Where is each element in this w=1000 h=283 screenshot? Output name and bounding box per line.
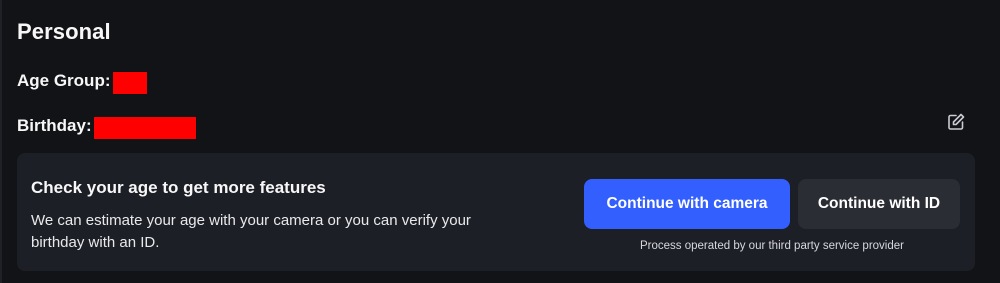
edit-birthday-button[interactable] [944, 110, 968, 134]
age-group-redacted-value [112, 72, 147, 94]
continue-with-id-label: Continue with ID [817, 195, 941, 212]
left-divider [0, 0, 2, 283]
age-card-title: Check your age to get more features [31, 178, 326, 197]
age-group-label: Age Group: [17, 71, 111, 90]
age-verification-card: Check your age to get more features We c… [17, 153, 975, 271]
provider-note: Process operated by our third party serv… [640, 240, 904, 252]
personal-settings-page: Personal Age Group: Birthday: Check your… [0, 0, 1000, 283]
birthday-redacted-value [93, 117, 196, 139]
birthday-row: Birthday: [17, 113, 196, 139]
section-title: Personal [17, 19, 111, 44]
continue-with-camera-button[interactable]: Continue with camera [584, 179, 790, 229]
age-group-row: Age Group: [17, 68, 147, 94]
edit-icon [948, 113, 965, 130]
continue-with-camera-label: Continue with camera [606, 195, 768, 212]
age-card-description: We can estimate your age with your camer… [31, 212, 471, 251]
continue-with-id-button[interactable]: Continue with ID [798, 179, 960, 229]
birthday-label: Birthday: [17, 116, 92, 135]
